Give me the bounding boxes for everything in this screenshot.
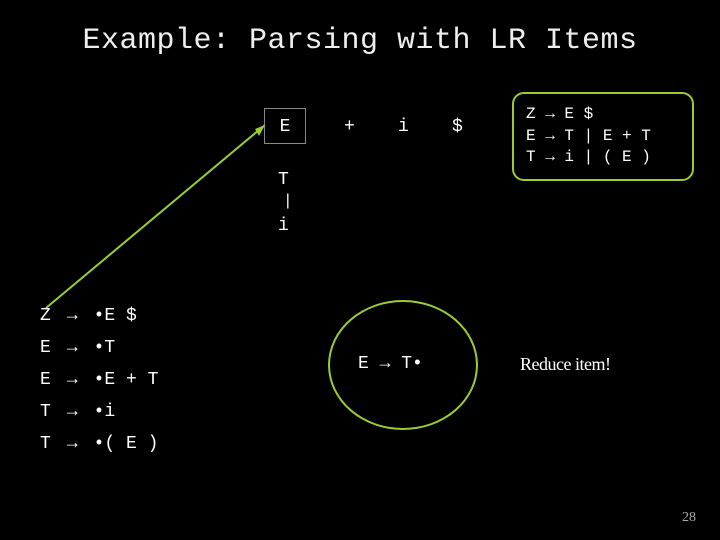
item-arrow: → <box>59 364 86 396</box>
reduce-item-label: Reduce item! <box>520 354 610 375</box>
input-plus: + <box>344 117 356 137</box>
reduce-item: E → T• <box>358 354 423 374</box>
deriv-bar: | <box>283 192 293 210</box>
item-lhs: E <box>32 364 59 396</box>
page-number: 28 <box>682 510 696 526</box>
grammar-line-2: E → T | E + T <box>526 127 651 145</box>
grammar-line-3: T → i | ( E ) <box>526 148 651 166</box>
item-rhs: •( E ) <box>86 428 167 460</box>
grammar-line-1: Z → E $ <box>526 105 593 123</box>
item-lhs: T <box>32 428 59 460</box>
item-lhs: E <box>32 332 59 364</box>
table-row: E → •E + T <box>32 364 166 396</box>
deriv-T: T <box>278 170 289 190</box>
page-title: Example: Parsing with LR Items <box>0 24 720 58</box>
input-i: i <box>398 117 410 137</box>
input-end: $ <box>452 117 464 137</box>
item-arrow: → <box>59 300 86 332</box>
grammar-box: Z → E $ E → T | E + T T → i | ( E ) <box>512 92 694 181</box>
item-arrow: → <box>59 396 86 428</box>
table-row: T → •( E ) <box>32 428 166 460</box>
table-row: E → •T <box>32 332 166 364</box>
table-row: T → •i <box>32 396 166 428</box>
item-lhs: T <box>32 396 59 428</box>
item-rhs: •i <box>86 396 167 428</box>
item-lhs: Z <box>32 300 59 332</box>
item-rhs: •E + T <box>86 364 167 396</box>
item-arrow: → <box>59 428 86 460</box>
stack-cell-E: E <box>264 108 306 144</box>
item-rhs: •T <box>86 332 167 364</box>
lr-items-table: Z → •E $ E → •T E → •E + T T → •i T → •(… <box>32 300 166 460</box>
item-arrow: → <box>59 332 86 364</box>
deriv-i: i <box>278 216 289 236</box>
table-row: Z → •E $ <box>32 300 166 332</box>
item-rhs: •E $ <box>86 300 167 332</box>
